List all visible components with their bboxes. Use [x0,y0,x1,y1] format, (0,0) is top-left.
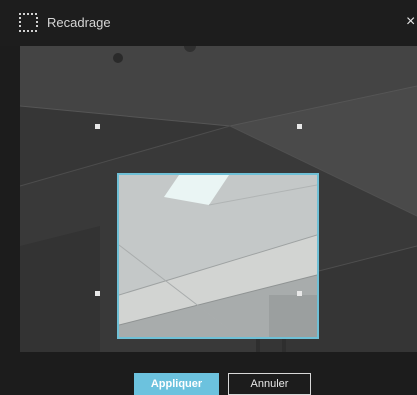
dialog-title: Recadrage [47,15,111,30]
crop-dialog: Recadrage × Appliquer Annuler [0,0,417,395]
dialog-titlebar: Recadrage × [0,0,417,46]
crop-handle-bottom-right[interactable] [297,291,302,296]
close-icon[interactable]: × [406,14,417,30]
apply-button[interactable]: Appliquer [134,373,219,395]
crop-selection-frame[interactable] [117,173,319,339]
cancel-button[interactable]: Annuler [228,373,311,395]
crop-preview [119,175,317,337]
crop-image-area[interactable] [20,46,417,352]
crop-handle-top-right[interactable] [297,124,302,129]
crop-frame-icon [19,13,38,32]
crop-handle-bottom-left[interactable] [95,291,100,296]
crop-handle-top-left[interactable] [95,124,100,129]
